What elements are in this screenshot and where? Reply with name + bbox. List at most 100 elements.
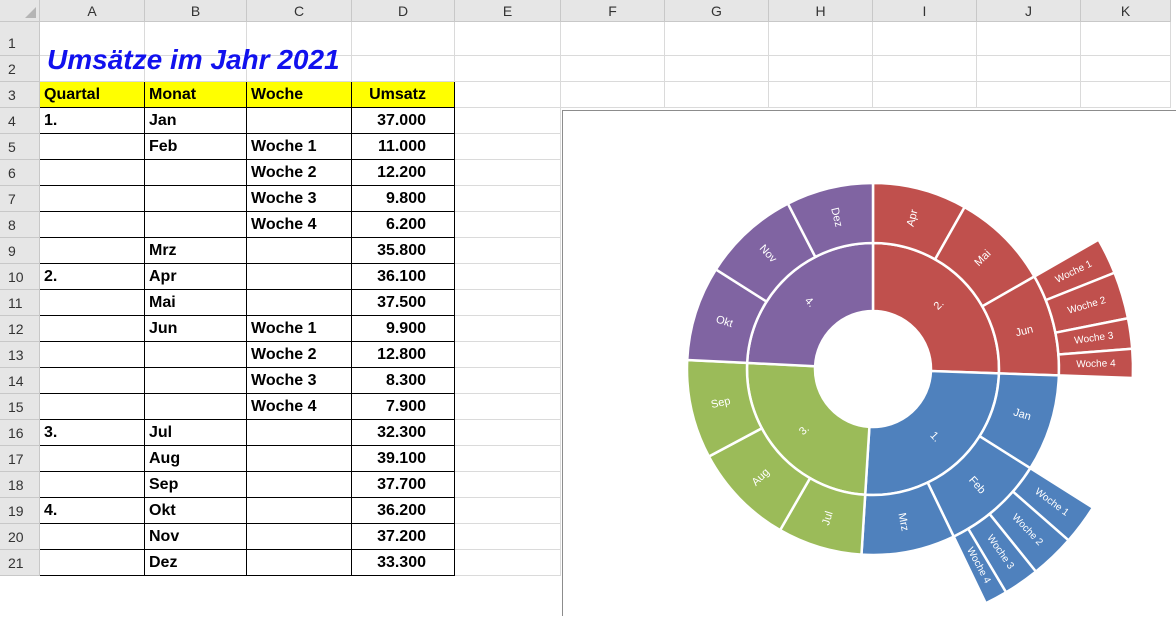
table-cell[interactable] <box>247 472 352 498</box>
cell[interactable] <box>977 22 1081 56</box>
table-cell[interactable] <box>145 368 247 394</box>
column-header-i[interactable]: I <box>873 0 977 22</box>
cell[interactable] <box>455 472 561 498</box>
cell[interactable] <box>977 56 1081 82</box>
cell[interactable] <box>769 22 873 56</box>
cell[interactable] <box>873 82 977 108</box>
cell[interactable] <box>455 82 561 108</box>
column-header-e[interactable]: E <box>455 0 561 22</box>
table-cell[interactable]: Jun <box>145 316 247 342</box>
table-cell[interactable]: 9.900 <box>352 316 455 342</box>
table-cell[interactable] <box>145 186 247 212</box>
select-all-button[interactable] <box>0 0 40 22</box>
table-cell[interactable]: Jan <box>145 108 247 134</box>
table-cell[interactable] <box>247 550 352 576</box>
table-cell[interactable] <box>247 420 352 446</box>
row-header-1[interactable]: 1 <box>0 22 40 56</box>
cell[interactable] <box>455 394 561 420</box>
column-header-h[interactable]: H <box>769 0 873 22</box>
cell[interactable] <box>665 56 769 82</box>
table-cell[interactable]: Woche 1 <box>247 134 352 160</box>
table-cell[interactable]: Woche 1 <box>247 316 352 342</box>
cell[interactable] <box>561 56 665 82</box>
table-cell[interactable]: 36.100 <box>352 264 455 290</box>
table-cell[interactable] <box>40 368 145 394</box>
row-header-21[interactable]: 21 <box>0 550 40 576</box>
column-header-g[interactable]: G <box>665 0 769 22</box>
cell[interactable] <box>455 316 561 342</box>
table-cell[interactable]: Woche 3 <box>247 368 352 394</box>
table-cell[interactable] <box>40 212 145 238</box>
cell[interactable] <box>769 82 873 108</box>
table-cell[interactable]: 1. <box>40 108 145 134</box>
cell[interactable] <box>455 238 561 264</box>
sheet-title[interactable]: Umsätze im Jahr 2021 <box>47 44 340 76</box>
cell[interactable] <box>455 342 561 368</box>
row-header-8[interactable]: 8 <box>0 212 40 238</box>
row-header-2[interactable]: 2 <box>0 56 40 82</box>
column-header-a[interactable]: A <box>40 0 145 22</box>
table-header-cell[interactable]: Quartal <box>40 82 145 108</box>
table-cell[interactable]: 8.300 <box>352 368 455 394</box>
column-header-f[interactable]: F <box>561 0 665 22</box>
table-cell[interactable]: 12.200 <box>352 160 455 186</box>
table-cell[interactable] <box>40 160 145 186</box>
table-cell[interactable] <box>247 238 352 264</box>
cell[interactable] <box>455 368 561 394</box>
table-cell[interactable] <box>40 394 145 420</box>
cell[interactable] <box>561 82 665 108</box>
table-cell[interactable]: 37.500 <box>352 290 455 316</box>
table-cell[interactable]: 2. <box>40 264 145 290</box>
table-cell[interactable]: Aug <box>145 446 247 472</box>
table-cell[interactable]: Okt <box>145 498 247 524</box>
column-header-d[interactable]: D <box>352 0 455 22</box>
cell[interactable] <box>455 22 561 56</box>
table-cell[interactable]: Jul <box>145 420 247 446</box>
cell[interactable] <box>455 290 561 316</box>
table-cell[interactable] <box>247 524 352 550</box>
cell[interactable] <box>455 186 561 212</box>
table-cell[interactable]: Apr <box>145 264 247 290</box>
cell[interactable] <box>665 82 769 108</box>
row-header-19[interactable]: 19 <box>0 498 40 524</box>
row-header-3[interactable]: 3 <box>0 82 40 108</box>
table-cell[interactable]: 3. <box>40 420 145 446</box>
table-cell[interactable]: Woche 2 <box>247 160 352 186</box>
table-header-cell[interactable]: Umsatz <box>352 82 455 108</box>
table-cell[interactable] <box>40 550 145 576</box>
cell[interactable] <box>665 22 769 56</box>
cell[interactable] <box>561 22 665 56</box>
table-cell[interactable] <box>247 498 352 524</box>
row-header-17[interactable]: 17 <box>0 446 40 472</box>
table-cell[interactable]: 4. <box>40 498 145 524</box>
row-header-7[interactable]: 7 <box>0 186 40 212</box>
cell[interactable] <box>873 22 977 56</box>
table-cell[interactable]: Woche 2 <box>247 342 352 368</box>
table-cell[interactable] <box>40 472 145 498</box>
cell[interactable] <box>455 420 561 446</box>
table-cell[interactable]: 6.200 <box>352 212 455 238</box>
table-cell[interactable]: 33.300 <box>352 550 455 576</box>
row-header-4[interactable]: 4 <box>0 108 40 134</box>
column-header-j[interactable]: J <box>977 0 1081 22</box>
table-cell[interactable] <box>40 342 145 368</box>
cell[interactable] <box>1081 22 1171 56</box>
table-cell[interactable]: Sep <box>145 472 247 498</box>
cell[interactable] <box>352 56 455 82</box>
table-cell[interactable] <box>145 342 247 368</box>
table-cell[interactable] <box>247 264 352 290</box>
table-cell[interactable] <box>145 394 247 420</box>
table-cell[interactable]: Woche 4 <box>247 212 352 238</box>
row-header-10[interactable]: 10 <box>0 264 40 290</box>
table-cell[interactable] <box>247 290 352 316</box>
table-cell[interactable]: 11.000 <box>352 134 455 160</box>
table-cell[interactable]: 35.800 <box>352 238 455 264</box>
row-header-5[interactable]: 5 <box>0 134 40 160</box>
row-header-11[interactable]: 11 <box>0 290 40 316</box>
table-cell[interactable] <box>145 160 247 186</box>
table-cell[interactable]: 12.800 <box>352 342 455 368</box>
table-header-cell[interactable]: Monat <box>145 82 247 108</box>
row-header-9[interactable]: 9 <box>0 238 40 264</box>
cell[interactable] <box>455 446 561 472</box>
column-header-b[interactable]: B <box>145 0 247 22</box>
